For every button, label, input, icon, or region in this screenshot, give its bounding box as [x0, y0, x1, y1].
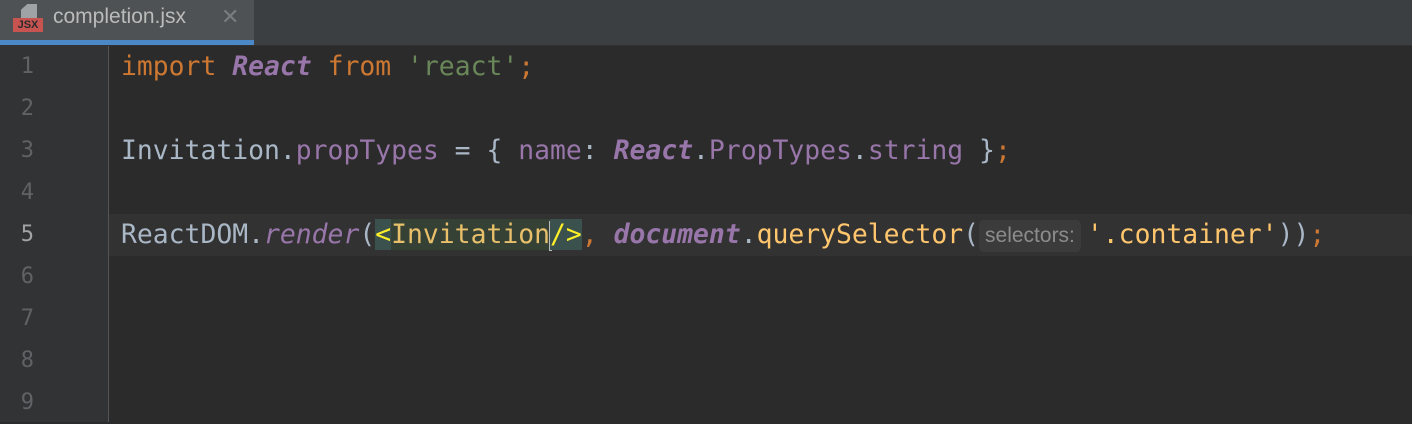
line-number: 1 — [20, 54, 34, 79]
line-number: 8 — [20, 348, 34, 373]
line-number: 3 — [20, 138, 34, 163]
jsx-file-icon: JSX — [13, 4, 43, 34]
line-number-gutter: 1 2 3 4 5 6 7 8 9 — [0, 46, 109, 422]
line-number-current: 5 — [20, 222, 34, 247]
parameter-hint: selectors: — [979, 219, 1081, 252]
line-number: 2 — [20, 96, 34, 121]
line-number: 9 — [20, 390, 34, 415]
line-number: 6 — [20, 264, 34, 289]
code-line-3: Invitation.propTypes = { name: React.Pro… — [121, 135, 1011, 166]
tab-completion-jsx[interactable]: JSX completion.jsx ✕ — [0, 0, 254, 45]
code-line-1: import React from 'react'; — [121, 51, 535, 82]
line-number: 7 — [20, 306, 34, 331]
line-number: 4 — [20, 180, 34, 205]
close-icon[interactable]: ✕ — [221, 4, 239, 30]
code-line-5: ReactDOM.render(<Invitation/>, document.… — [121, 219, 1326, 252]
tab-title: completion.jsx — [53, 5, 187, 28]
active-tab-indicator — [0, 40, 254, 45]
tab-bar: JSX completion.jsx ✕ — [0, 0, 1412, 46]
